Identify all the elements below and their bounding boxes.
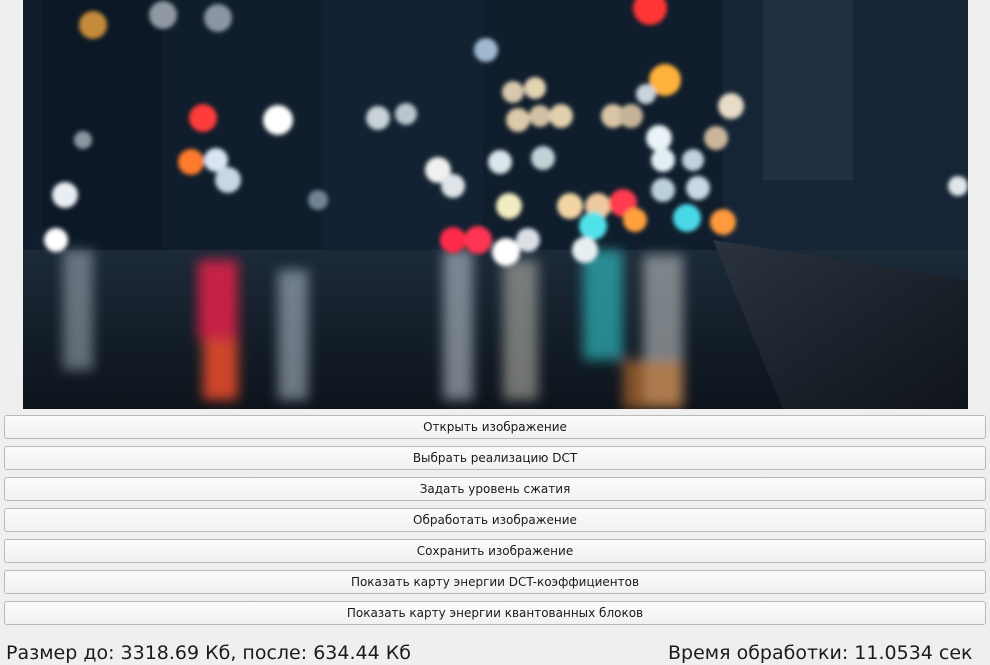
set-compression-button[interactable]: Задать уровень сжатия [4, 477, 986, 501]
main-window: Открыть изображение Выбрать реализацию D… [0, 0, 990, 665]
bokeh-photo-image [23, 0, 968, 409]
open-image-button[interactable]: Открыть изображение [4, 415, 986, 439]
quant-energy-map-button[interactable]: Показать карту энергии квантованных блок… [4, 601, 986, 625]
dct-energy-map-button[interactable]: Показать карту энергии DCT-коэффициентов [4, 570, 986, 594]
time-status-label: Время обработки: 11.0534 сек [668, 642, 973, 664]
size-status-label: Размер до: 3318.69 Кб, после: 634.44 Кб [6, 642, 411, 664]
process-image-button[interactable]: Обработать изображение [4, 508, 986, 532]
save-image-button[interactable]: Сохранить изображение [4, 539, 986, 563]
image-preview [23, 0, 968, 409]
choose-dct-button[interactable]: Выбрать реализацию DCT [4, 446, 986, 470]
